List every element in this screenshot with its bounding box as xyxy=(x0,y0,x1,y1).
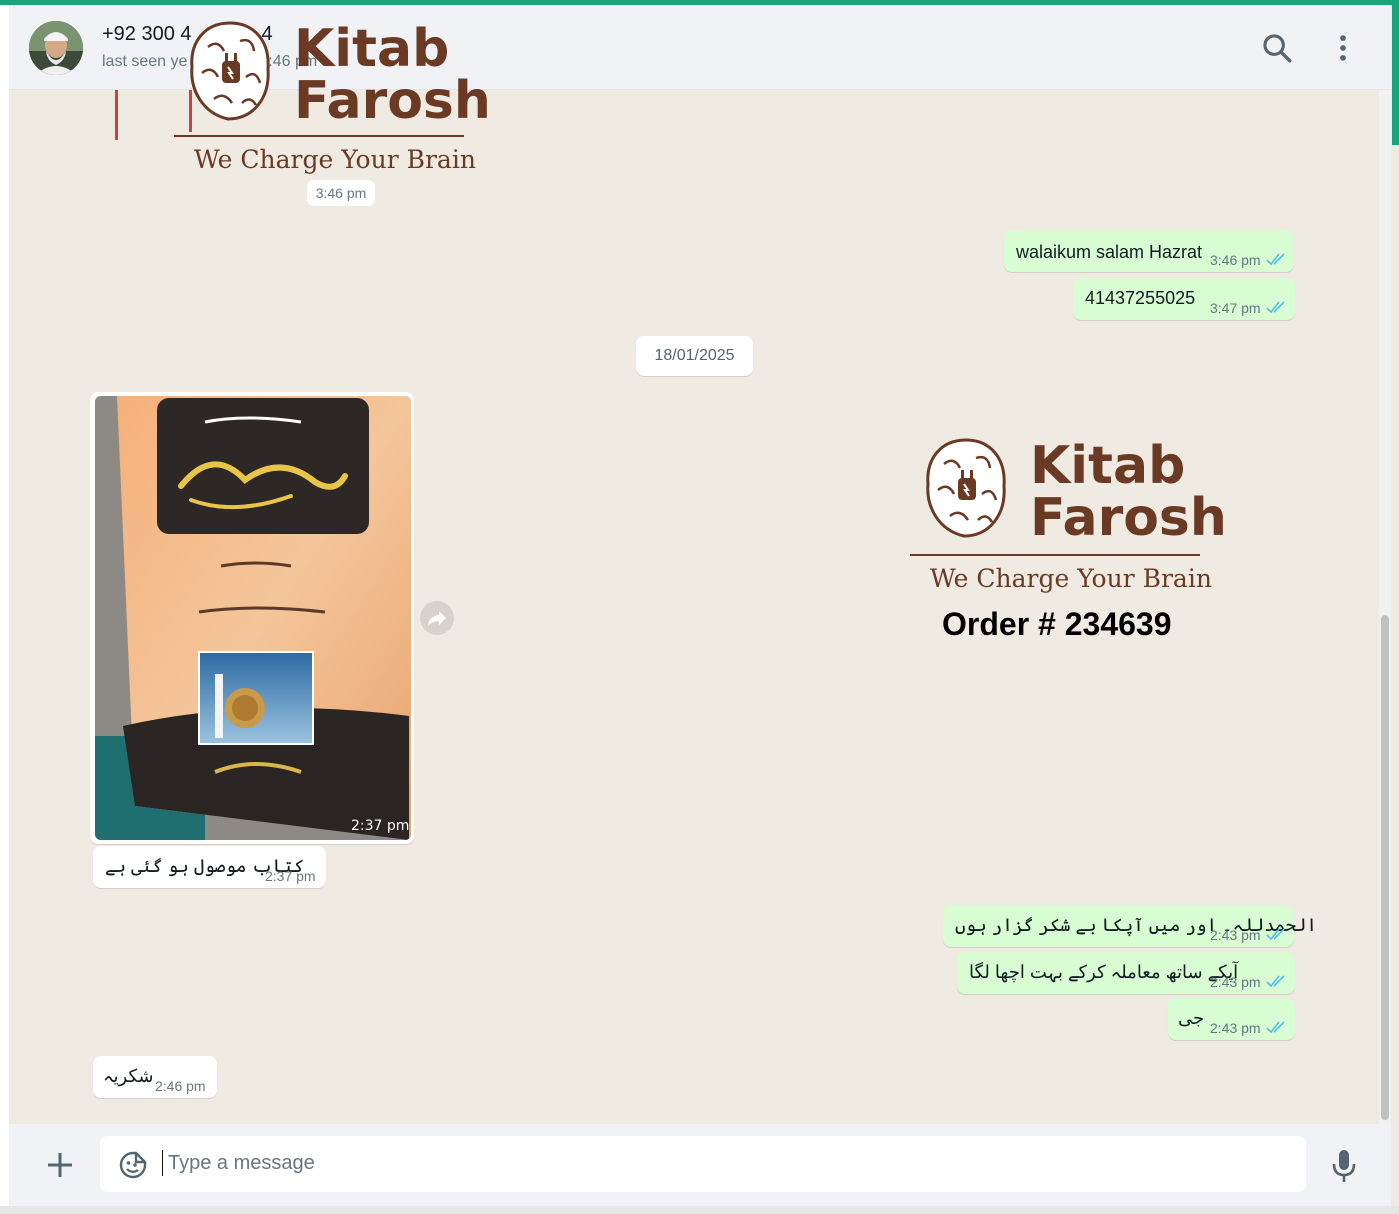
right-accent-edge xyxy=(1392,5,1399,145)
brand-watermark-top: Kitab Farosh We Charge Your Brain xyxy=(174,15,491,180)
message-text: الحمدللہ۔ اور میں آپکا بے شکر گزار ہوں xyxy=(955,915,1317,935)
brand-divider xyxy=(174,135,464,137)
outgoing-message[interactable]: 41437255025 3:47 pm xyxy=(1073,278,1295,320)
incoming-message[interactable]: کتاب موصول ہو گئی ہے 2:37 pm xyxy=(93,846,326,888)
brain-plug-icon xyxy=(190,21,270,121)
order-number: Order # 234639 xyxy=(942,606,1172,642)
text-caret xyxy=(162,1150,163,1176)
image-time: 2:37 pm xyxy=(351,818,410,834)
window-bottom-edge xyxy=(0,1206,1399,1214)
message-time: 2:43 pm xyxy=(1210,1020,1261,1036)
incoming-message[interactable]: شکریہ 2:46 pm xyxy=(93,1056,217,1098)
read-ticks-icon xyxy=(1266,253,1285,266)
more-options-icon[interactable] xyxy=(1326,31,1360,65)
message-time: 3:47 pm xyxy=(1210,300,1261,316)
read-ticks-icon xyxy=(1266,928,1285,941)
scrollbar-thumb[interactable] xyxy=(1381,615,1389,1120)
message-input-placeholder: Type a message xyxy=(168,1152,315,1174)
left-edge xyxy=(0,5,9,1214)
message-text: شکریہ xyxy=(103,1066,154,1086)
emoji-icon[interactable] xyxy=(118,1150,148,1180)
partial-image-edge xyxy=(115,90,118,140)
brain-plug-icon xyxy=(926,438,1006,538)
outgoing-message[interactable]: الحمدللہ۔ اور میں آپکا بے شکر گزار ہوں 2… xyxy=(943,905,1317,947)
message-text: 41437255025 xyxy=(1085,288,1196,308)
message-time: 3:46 pm xyxy=(1210,252,1261,268)
message-input[interactable]: Type a message xyxy=(100,1136,1306,1192)
read-ticks-icon xyxy=(1266,975,1285,988)
brand-divider xyxy=(910,554,1200,556)
message-text: walaikum salam Hazrat xyxy=(1016,242,1203,262)
forward-icon[interactable] xyxy=(420,601,454,635)
brand-name-line2: Farosh xyxy=(1030,488,1227,548)
plus-icon[interactable] xyxy=(43,1148,77,1182)
brand-tagline: We Charge Your Brain xyxy=(930,564,1212,593)
read-ticks-icon xyxy=(1266,1021,1285,1034)
read-ticks-icon xyxy=(1266,301,1285,314)
composer-bar: Type a message xyxy=(9,1124,1391,1206)
brand-name-line1: Kitab xyxy=(294,19,450,79)
date-separator: 18/01/2025 xyxy=(636,336,753,376)
message-time: 2:46 pm xyxy=(155,1078,206,1094)
outgoing-message[interactable]: آپکے ساتھ معاملہ کرکے بہت اچھا لگا 2:43 … xyxy=(957,952,1295,994)
outgoing-message[interactable]: جی 2:43 pm xyxy=(1168,998,1295,1040)
message-time: 2:37 pm xyxy=(265,868,316,884)
search-icon[interactable] xyxy=(1260,31,1294,65)
message-text: جی xyxy=(1178,1008,1205,1028)
message-text: آپکے ساتھ معاملہ کرکے بہت اچھا لگا xyxy=(969,962,1239,982)
message-time-chip: 3:46 pm xyxy=(307,180,375,206)
microphone-icon[interactable] xyxy=(1327,1146,1361,1184)
message-time: 2:43 pm xyxy=(1210,974,1261,990)
chat-scrollbar[interactable] xyxy=(1379,90,1391,1124)
contact-avatar[interactable] xyxy=(29,21,83,75)
brand-name-line2: Farosh xyxy=(294,71,491,131)
message-time: 2:43 pm xyxy=(1210,927,1261,943)
book-photo[interactable]: 2:37 pm xyxy=(95,396,411,840)
brand-watermark-order: Kitab Farosh We Charge Your Brain Order … xyxy=(910,434,1227,649)
brand-tagline: We Charge Your Brain xyxy=(194,145,476,174)
whatsapp-web-window: +92 300 44 last seen ye 9:46 pm 3:46 pm w… xyxy=(0,0,1399,1214)
brand-name-line1: Kitab xyxy=(1030,436,1186,496)
outgoing-message[interactable]: walaikum salam Hazrat 3:46 pm xyxy=(1004,230,1294,272)
